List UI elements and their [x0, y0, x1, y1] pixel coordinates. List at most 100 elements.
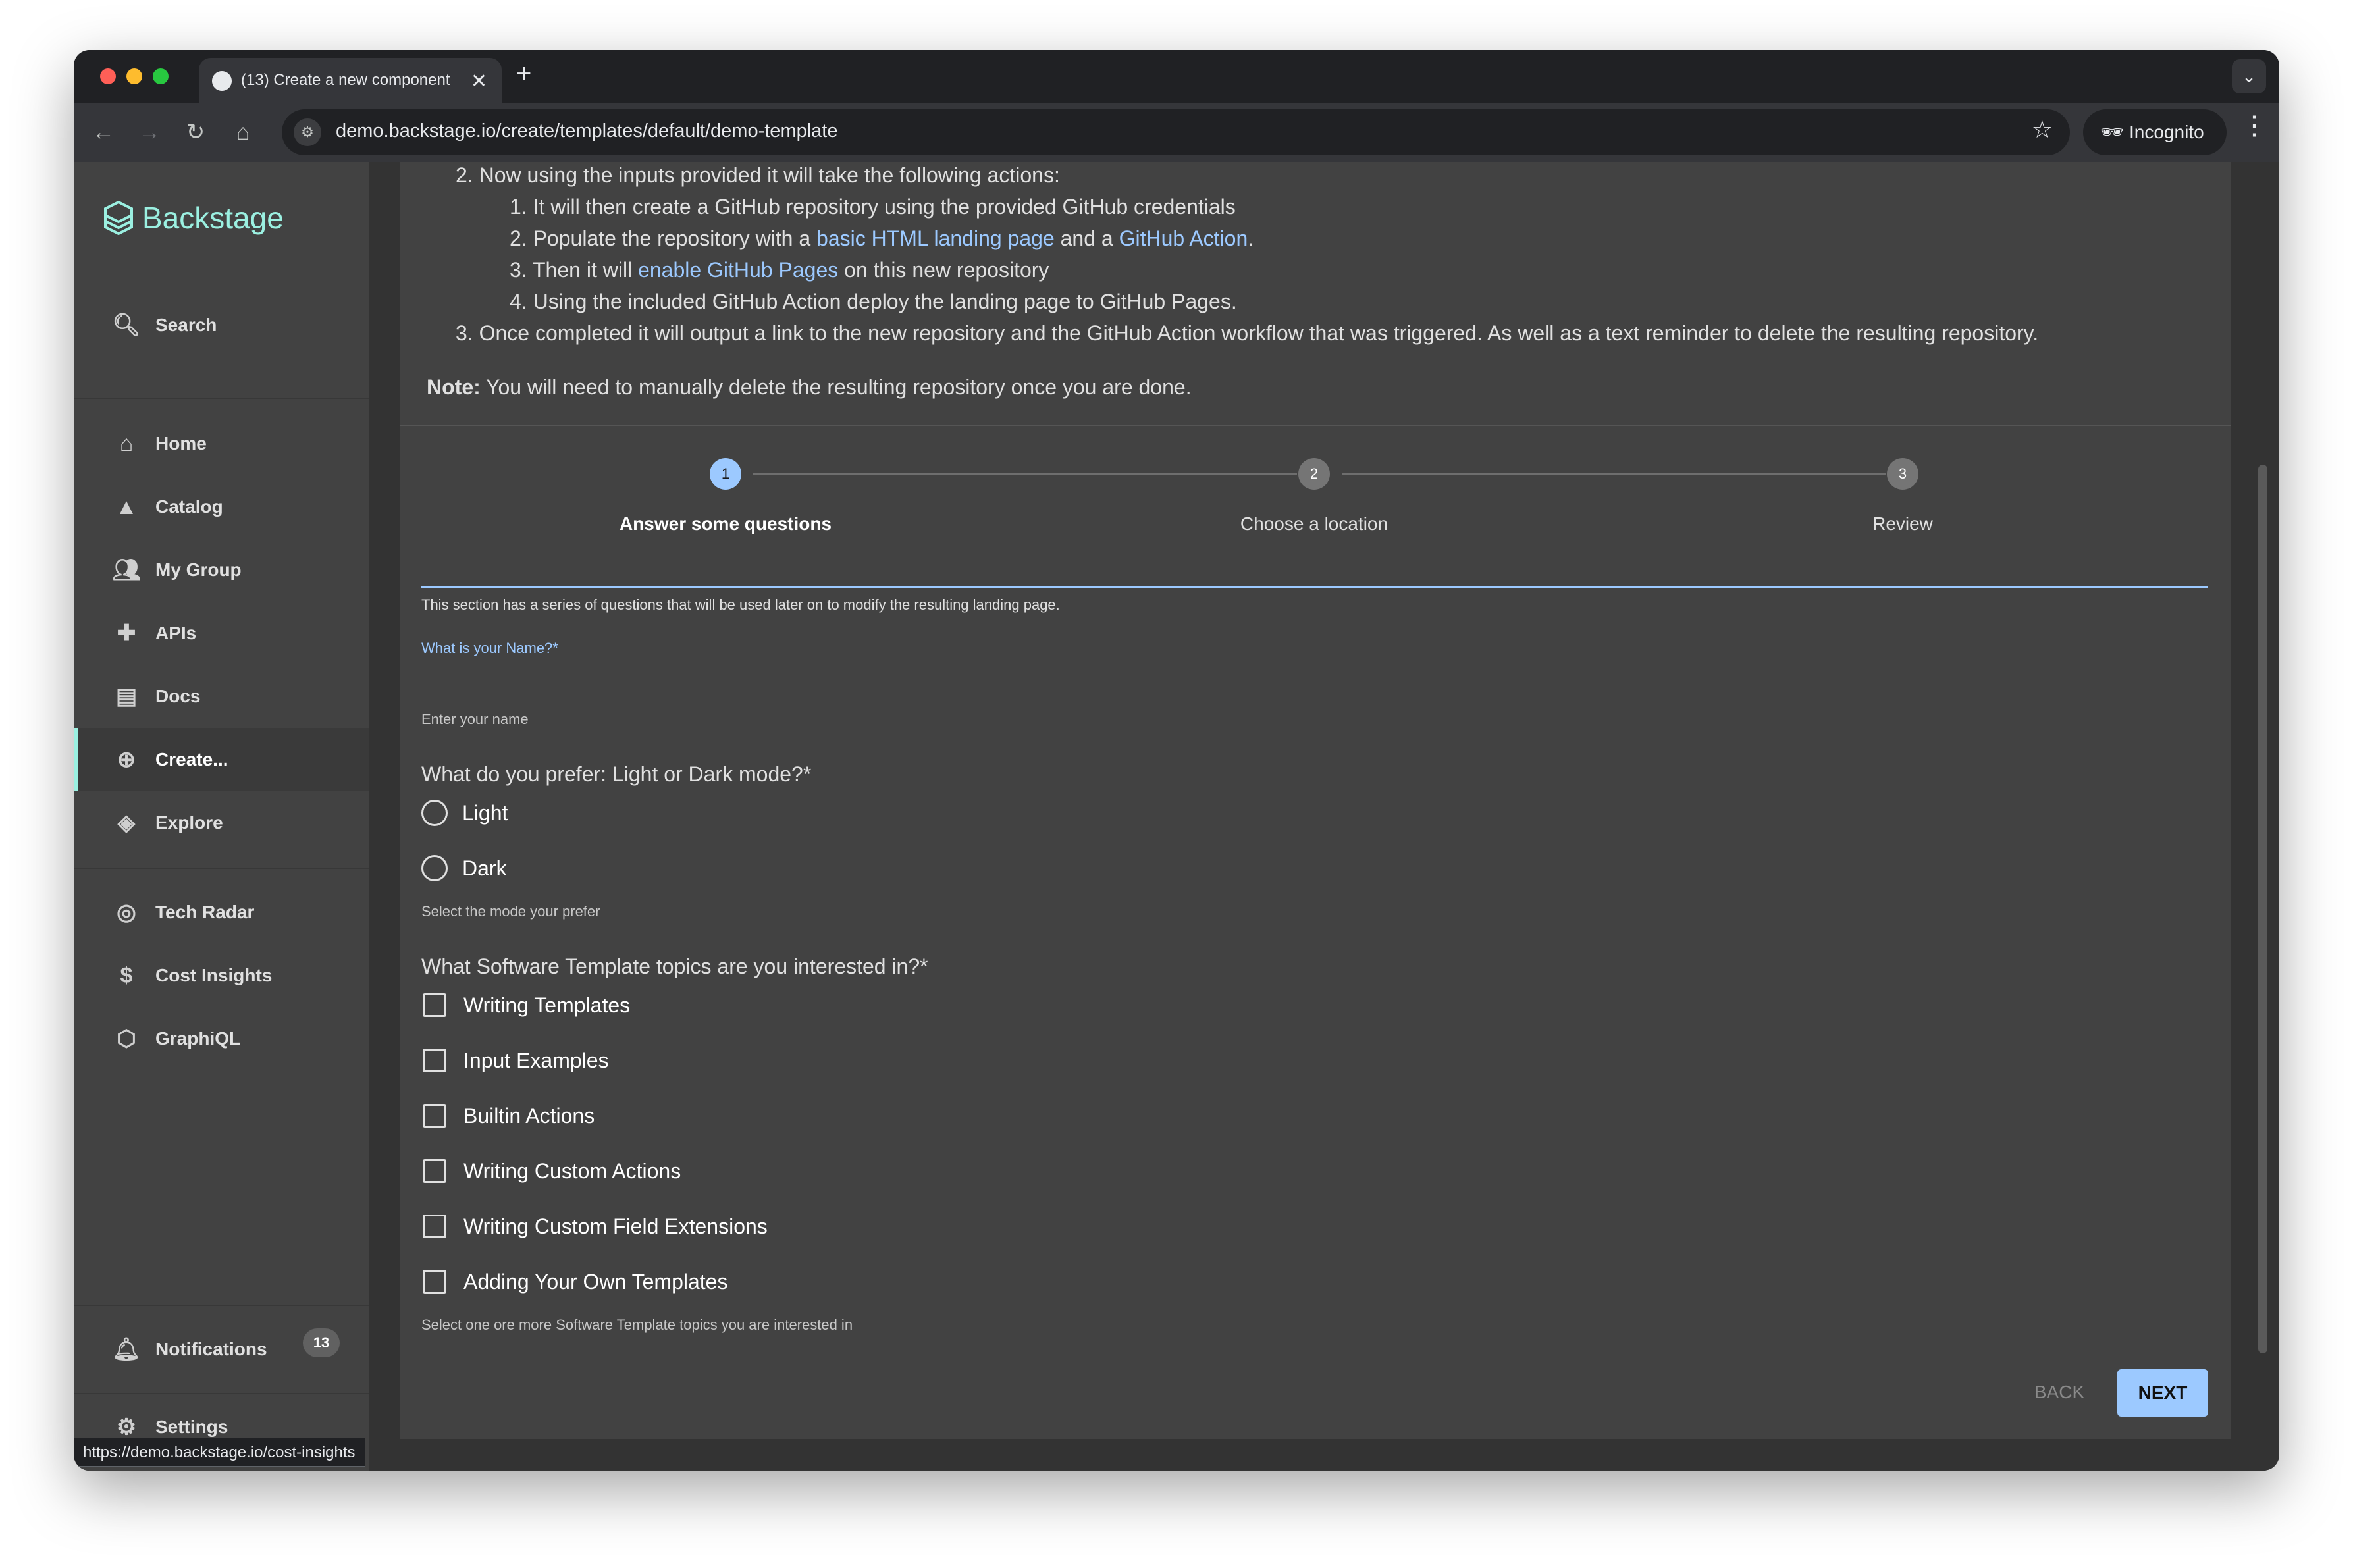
- checkbox[interactable]: [423, 1270, 446, 1294]
- description-item-2: 2. Now using the inputs provided it will…: [456, 163, 1060, 187]
- catalog-icon: ▲: [115, 494, 138, 519]
- sidebar-search-label: Search: [155, 315, 217, 335]
- back-button[interactable]: BACK: [2026, 1369, 2092, 1415]
- gear-icon: ⚙: [116, 1415, 137, 1440]
- sidebar-item-graphiql[interactable]: ⬡ GraphiQL: [74, 1007, 369, 1070]
- name-helper-text: Enter your name: [421, 711, 529, 727]
- site-info-icon[interactable]: ⚙: [294, 118, 321, 146]
- home-browser-icon[interactable]: ⌂: [226, 116, 259, 149]
- back-arrow-icon[interactable]: ←: [87, 116, 120, 149]
- step-2-label: Choose a location: [1240, 513, 1388, 534]
- next-button[interactable]: NEXT: [2117, 1369, 2208, 1417]
- topic-option[interactable]: Builtin Actions: [421, 1099, 595, 1132]
- incognito-icon: 🕶: [2100, 122, 2124, 142]
- topic-option[interactable]: Writing Custom Field Extensions: [421, 1210, 768, 1243]
- sidebar-item-explore[interactable]: ◈ Explore: [74, 791, 369, 854]
- topic-option[interactable]: Writing Custom Actions: [421, 1155, 681, 1188]
- tab-title: (13) Create a new component: [241, 71, 450, 89]
- sidebar-item-home[interactable]: ⌂ Home: [74, 412, 369, 475]
- topics-question: What Software Template topics are you in…: [421, 954, 928, 978]
- mode-option-light[interactable]: Light: [421, 797, 508, 829]
- step-3-circle: 3: [1887, 458, 1918, 490]
- topic-option[interactable]: Writing Templates: [421, 989, 630, 1022]
- sidebar-item-apis[interactable]: ✚ APIs: [74, 602, 369, 665]
- option-label: Writing Custom Field Extensions: [463, 1214, 768, 1238]
- explore-icon: ◈: [117, 810, 136, 835]
- radio-button[interactable]: [421, 800, 448, 826]
- browser-menu-icon[interactable]: ⋮: [2241, 111, 2267, 141]
- sidebar-divider: [74, 868, 369, 869]
- enable-github-pages-link[interactable]: enable GitHub Pages: [638, 258, 838, 282]
- sidebar-item-docs[interactable]: ▤ Docs: [74, 665, 369, 728]
- name-input[interactable]: [421, 552, 2208, 588]
- topic-option[interactable]: Input Examples: [421, 1044, 609, 1077]
- option-label: Writing Templates: [463, 993, 631, 1017]
- bell-icon: 🔔︎: [112, 1337, 141, 1362]
- sidebar-item-label: GraphiQL: [155, 1028, 241, 1049]
- description-subitem-3: 3. Then it will enable GitHub Pages on t…: [510, 258, 1049, 282]
- sidebar-item-label: Docs: [155, 686, 201, 706]
- description-item-3: 3. Once completed it will output a link …: [456, 321, 2039, 345]
- sidebar-item-catalog[interactable]: ▲ Catalog: [74, 475, 369, 538]
- radar-icon: ◎: [117, 900, 136, 925]
- maximize-window-button[interactable]: [153, 68, 169, 84]
- description-subitem-4: 4. Using the included GitHub Action depl…: [510, 290, 1237, 313]
- bookmark-star-icon[interactable]: ☆: [2032, 116, 2053, 144]
- option-label: Input Examples: [463, 1048, 609, 1072]
- sidebar-divider: [74, 1305, 369, 1306]
- sidebar-item-label: My Group: [155, 560, 242, 580]
- close-window-button[interactable]: [100, 68, 116, 84]
- new-tab-icon[interactable]: +: [516, 59, 531, 89]
- forward-arrow-icon[interactable]: →: [133, 116, 166, 149]
- page-scrollbar[interactable]: [2258, 465, 2267, 1353]
- option-label: Dark: [462, 856, 507, 880]
- incognito-indicator[interactable]: 🕶 Incognito: [2083, 109, 2227, 155]
- dollar-icon: $: [120, 962, 133, 988]
- github-action-link[interactable]: GitHub Action: [1119, 226, 1248, 250]
- section-description: This section has a series of questions t…: [421, 596, 1060, 613]
- description-note: Note: You will need to manually delete t…: [427, 375, 1192, 399]
- basic-html-landing-page-link[interactable]: basic HTML landing page: [816, 226, 1055, 250]
- mode-option-dark[interactable]: Dark: [421, 852, 507, 885]
- notifications-count-badge: 13: [303, 1328, 340, 1357]
- reload-icon[interactable]: ↻: [179, 116, 212, 149]
- template-card: [400, 162, 2231, 1439]
- card-divider: [400, 425, 2231, 426]
- link-preview-status: https://demo.backstage.io/cost-insights: [74, 1438, 365, 1467]
- sidebar-item-label: Settings: [155, 1417, 228, 1437]
- minimize-window-button[interactable]: [126, 68, 142, 84]
- sidebar-search[interactable]: 🔍︎ Search: [74, 294, 369, 357]
- sidebar-item-label: Catalog: [155, 496, 223, 517]
- browser-tab[interactable]: (13) Create a new component ✕: [199, 58, 502, 103]
- puzzle-icon: ✚: [117, 621, 136, 646]
- backstage-logo[interactable]: Backstage: [104, 200, 284, 236]
- checkbox[interactable]: [423, 1049, 446, 1072]
- backstage-logo-icon: [104, 201, 133, 235]
- checkbox[interactable]: [423, 1104, 446, 1128]
- sidebar-item-label: Explore: [155, 812, 223, 833]
- step-1-circle: 1: [710, 458, 741, 490]
- sidebar-item-create[interactable]: ⊕ Create...: [74, 728, 369, 791]
- checkbox[interactable]: [423, 1159, 446, 1183]
- group-icon: 👥︎: [112, 558, 141, 583]
- backstage-favicon-icon: [212, 71, 232, 91]
- mode-question: What do you prefer: Light or Dark mode?*: [421, 762, 812, 786]
- sidebar-item-tech-radar[interactable]: ◎ Tech Radar: [74, 881, 369, 944]
- topic-option[interactable]: Adding Your Own Templates: [421, 1265, 727, 1298]
- checkbox[interactable]: [423, 1215, 446, 1238]
- address-bar[interactable]: ⚙ demo.backstage.io/create/templates/def…: [282, 109, 2070, 155]
- create-icon: ⊕: [117, 747, 136, 772]
- sidebar-item-cost-insights[interactable]: $ Cost Insights: [74, 944, 369, 1007]
- sidebar: Backstage 🔍︎ Search ⌂ Home ▲ Catalog 👥︎ …: [74, 162, 369, 1471]
- sidebar-item-label: Notifications: [155, 1339, 267, 1359]
- close-tab-icon[interactable]: ✕: [471, 70, 487, 93]
- checkbox[interactable]: [423, 993, 446, 1017]
- step-3-label: Review: [1872, 513, 1933, 534]
- sidebar-divider: [74, 398, 369, 399]
- radio-button[interactable]: [421, 855, 448, 881]
- name-field-label: What is your Name?*: [421, 640, 558, 656]
- sidebar-item-label: Home: [155, 433, 207, 454]
- docs-icon: ▤: [115, 684, 138, 709]
- tab-search-chevron-icon[interactable]: ⌄: [2232, 59, 2266, 93]
- sidebar-item-my-group[interactable]: 👥︎ My Group: [74, 538, 369, 602]
